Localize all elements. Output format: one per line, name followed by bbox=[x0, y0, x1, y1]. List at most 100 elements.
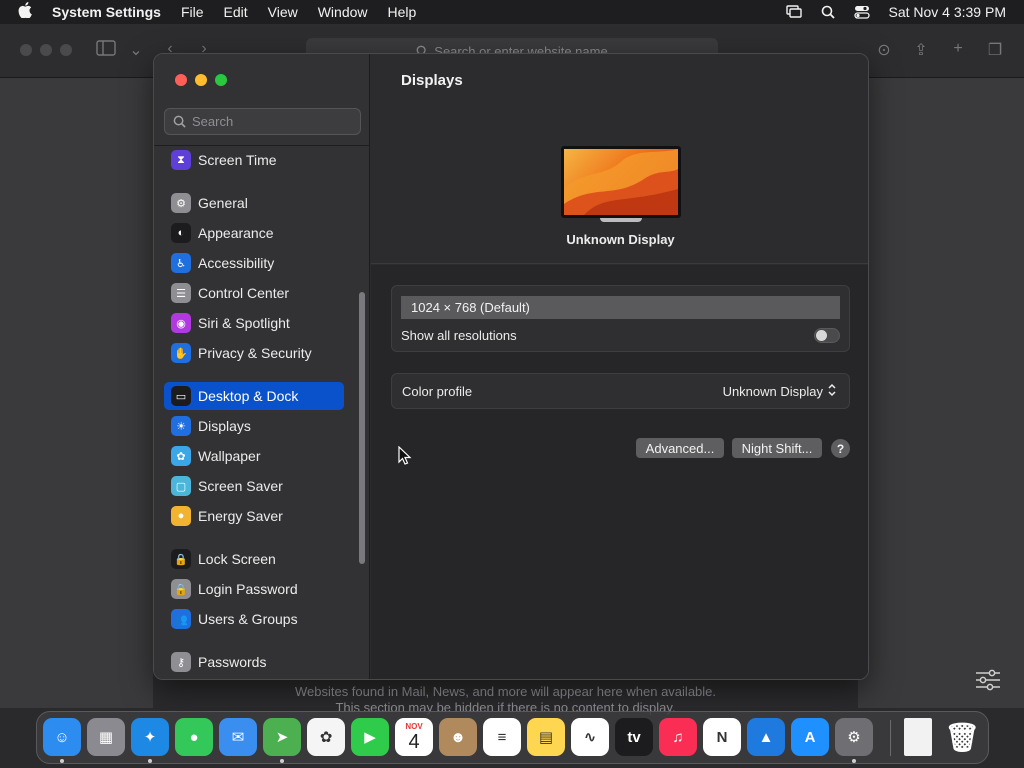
close-button[interactable] bbox=[175, 74, 187, 86]
dock-photos-icon[interactable]: ✿ bbox=[307, 718, 345, 756]
sidebar-item-siri-spotlight[interactable]: ◉ Siri & Spotlight bbox=[164, 309, 344, 337]
sidebar-scrollbar[interactable] bbox=[359, 292, 365, 564]
dock-news-icon[interactable]: N bbox=[703, 718, 741, 756]
dock-running-indicator bbox=[852, 759, 856, 763]
dock-maps-icon[interactable]: ➤ bbox=[263, 718, 301, 756]
dock-document-icon[interactable] bbox=[904, 718, 932, 756]
sidebar-item-login-password[interactable]: 🔒 Login Password bbox=[164, 575, 344, 603]
dock-messages-icon[interactable]: ● bbox=[175, 718, 213, 756]
sidebar-toggle-icon[interactable] bbox=[96, 40, 116, 60]
apple-menu-icon[interactable] bbox=[18, 1, 38, 23]
displays-pane: Displays Unknown Display 1024 × 768 (Def… bbox=[371, 54, 868, 679]
resolution-group: 1024 × 768 (Default) Show all resolution… bbox=[391, 285, 850, 352]
dock-calendar-icon[interactable]: NOV 4 bbox=[395, 718, 433, 756]
sidebar-search[interactable] bbox=[164, 108, 361, 135]
dock-contacts-icon[interactable]: ☻ bbox=[439, 718, 477, 756]
hourglass-icon: ⧗ bbox=[171, 150, 191, 170]
sidebar-item-label: Privacy & Security bbox=[198, 345, 312, 361]
tab-overview-icon[interactable]: ❐ bbox=[985, 40, 1005, 60]
up-down-chevron-icon bbox=[827, 383, 837, 400]
menu-edit[interactable]: Edit bbox=[224, 4, 248, 20]
sidebar-item-passwords[interactable]: ⚷ Passwords bbox=[164, 648, 344, 676]
lightbulb-icon: ● bbox=[171, 506, 191, 526]
dock-running-indicator bbox=[148, 759, 152, 763]
control-center-icon: ☰ bbox=[171, 283, 191, 303]
sidebar-item-label: Wallpaper bbox=[198, 448, 261, 464]
calendar-month-label: NOV bbox=[405, 721, 423, 731]
dock-safari-icon[interactable]: ✦ bbox=[131, 718, 169, 756]
users-icon: 👥 bbox=[171, 609, 191, 629]
display-name: Unknown Display bbox=[566, 232, 675, 247]
dock-app-store-icon[interactable]: A bbox=[791, 718, 829, 756]
safari-minimize-light[interactable] bbox=[40, 44, 52, 56]
downloads-icon[interactable]: ⊙ bbox=[874, 40, 894, 60]
dock-facetime-icon[interactable]: ▶ bbox=[351, 718, 389, 756]
menu-file[interactable]: File bbox=[181, 4, 204, 20]
chevron-down-icon[interactable]: ⌄ bbox=[126, 40, 146, 60]
monitor-icon[interactable] bbox=[561, 146, 681, 218]
calendar-day-label: 4 bbox=[408, 730, 420, 753]
sidebar-item-displays[interactable]: ☀ Displays bbox=[164, 412, 344, 440]
sidebar-item-lock-screen[interactable]: 🔒 Lock Screen bbox=[164, 545, 344, 573]
sidebar-item-label: Users & Groups bbox=[198, 611, 298, 627]
sidebar-item-general[interactable]: ⚙ General bbox=[164, 189, 344, 217]
customize-sliders-icon[interactable] bbox=[974, 666, 1002, 694]
screen-mirroring-icon[interactable] bbox=[786, 5, 803, 19]
color-profile-select[interactable]: Unknown Display bbox=[723, 383, 837, 400]
help-button[interactable]: ? bbox=[831, 439, 850, 458]
sidebar-item-screen-time[interactable]: ⧗ Screen Time bbox=[164, 146, 344, 174]
dock-mail-icon[interactable]: ✉ bbox=[219, 718, 257, 756]
night-shift-button[interactable]: Night Shift... bbox=[732, 438, 822, 458]
sidebar-item-appearance[interactable]: ◐ Appearance bbox=[164, 219, 344, 247]
dock-finder-icon[interactable]: ☺ bbox=[43, 718, 81, 756]
dock-music-icon[interactable]: ♫ bbox=[659, 718, 697, 756]
dock-notes-icon[interactable]: ▤ bbox=[527, 718, 565, 756]
minimize-button[interactable] bbox=[195, 74, 207, 86]
system-settings-window: ⧗ Screen Time ⚙ General ◐ Appearance ♿ Accessib… bbox=[153, 53, 869, 680]
clock[interactable]: Sat Nov 4 3:39 PM bbox=[888, 4, 1006, 20]
app-name-menu[interactable]: System Settings bbox=[52, 4, 161, 20]
menu-window[interactable]: Window bbox=[318, 4, 368, 20]
dock-launchpad-icon[interactable]: ▦ bbox=[87, 718, 125, 756]
show-all-resolutions-toggle[interactable] bbox=[814, 328, 840, 343]
zoom-button[interactable] bbox=[215, 74, 227, 86]
sidebar-item-screen-saver[interactable]: ▢ Screen Saver bbox=[164, 472, 344, 500]
menu-help[interactable]: Help bbox=[388, 4, 417, 20]
lock-icon: 🔒 bbox=[171, 549, 191, 569]
sidebar-item-label: Displays bbox=[198, 418, 251, 434]
dock-trash-icon[interactable]: 🗑 bbox=[943, 718, 981, 756]
sidebar-item-wallpaper[interactable]: ✿ Wallpaper bbox=[164, 442, 344, 470]
safari-zoom-light[interactable] bbox=[60, 44, 72, 56]
dock-keynote-icon[interactable]: ▲ bbox=[747, 718, 785, 756]
hand-icon: ✋ bbox=[171, 343, 191, 363]
dock-reminders-icon[interactable]: ≡ bbox=[483, 718, 521, 756]
dock-tv-icon[interactable]: tv bbox=[615, 718, 653, 756]
dock-freeform-icon[interactable]: ∿ bbox=[571, 718, 609, 756]
control-center-icon[interactable] bbox=[854, 5, 871, 19]
search-input[interactable] bbox=[192, 114, 352, 129]
new-tab-icon[interactable]: + bbox=[948, 40, 968, 60]
sidebar-item-energy-saver[interactable]: ● Energy Saver bbox=[164, 502, 344, 530]
spotlight-search-icon[interactable] bbox=[820, 5, 836, 19]
sidebar-item-users-groups[interactable]: 👥 Users & Groups bbox=[164, 605, 344, 633]
display-preview: Unknown Display bbox=[371, 110, 868, 264]
sidebar-item-privacy-security[interactable]: ✋ Privacy & Security bbox=[164, 339, 344, 367]
sidebar-item-label: Siri & Spotlight bbox=[198, 315, 290, 331]
sidebar-item-label: Lock Screen bbox=[198, 551, 276, 567]
monitor-stand bbox=[600, 218, 642, 222]
dock-system-settings-icon[interactable]: ⚙ bbox=[835, 718, 873, 756]
key-icon: ⚷ bbox=[171, 652, 191, 672]
sidebar-item-label: Desktop & Dock bbox=[198, 388, 299, 404]
sidebar-item-accessibility[interactable]: ♿ Accessibility bbox=[164, 249, 344, 277]
resolution-option-default[interactable]: 1024 × 768 (Default) bbox=[401, 296, 840, 319]
siri-icon: ◉ bbox=[171, 313, 191, 333]
sidebar-item-label: Screen Time bbox=[198, 152, 277, 168]
safari-close-light[interactable] bbox=[20, 44, 32, 56]
menu-view[interactable]: View bbox=[268, 4, 298, 20]
menu-bar: System Settings File Edit View Window He… bbox=[0, 0, 1024, 24]
sidebar-item-control-center[interactable]: ☰ Control Center bbox=[164, 279, 344, 307]
advanced-button[interactable]: Advanced... bbox=[636, 438, 724, 458]
sidebar-item-desktop-dock[interactable]: ▭ Desktop & Dock bbox=[164, 382, 344, 410]
share-icon[interactable]: ⇪ bbox=[911, 40, 931, 60]
padlock-icon: 🔒 bbox=[171, 579, 191, 599]
